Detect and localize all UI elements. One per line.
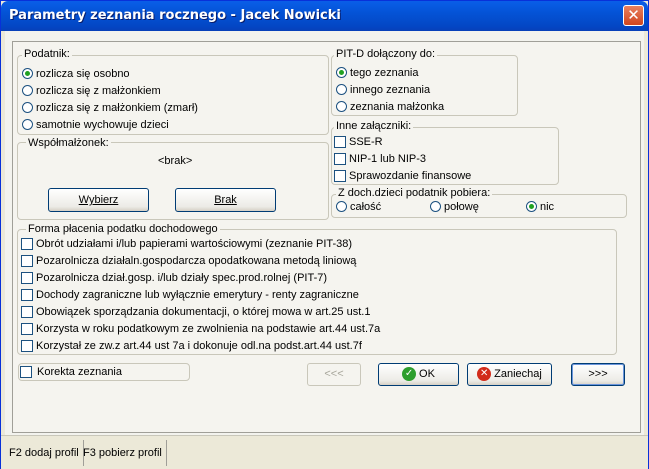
main-panel: Podatnik: rozlicza się osobno rozlicza s…	[12, 41, 641, 433]
radio-label: samotnie wychowuje dzieci	[36, 119, 169, 131]
radio-label: całość	[350, 201, 382, 213]
radio-label: rozlicza się z małżonkiem	[36, 85, 161, 97]
radio-label: innego zeznania	[350, 84, 431, 96]
status-f3-pobierz-profil[interactable]: F3 pobierz profil	[79, 440, 167, 466]
inne-zalaczniki-label: Inne załączniki:	[334, 120, 414, 133]
radio-indicator[interactable]	[336, 67, 347, 78]
radio-indicator[interactable]	[430, 201, 441, 212]
window-title: Parametry zeznania rocznego - Jacek Nowi…	[9, 8, 341, 23]
cancel-icon: ✕	[477, 367, 492, 382]
radio-indicator[interactable]	[526, 201, 537, 212]
dzieci-group: Z doch.dzieci podatnik pobiera: całość p…	[331, 187, 627, 218]
radio-indicator[interactable]	[22, 68, 33, 79]
radio-indicator[interactable]	[22, 85, 33, 96]
radio-label: tego zeznania	[350, 67, 419, 79]
checkbox-box[interactable]	[21, 306, 33, 318]
checkbox-box[interactable]	[21, 289, 33, 301]
podatnik-label: Podatnik:	[22, 48, 72, 61]
next-label: >>>	[588, 368, 608, 380]
checkbox-label: Obrót udziałami i/lub papierami wartości…	[36, 238, 353, 250]
radio-label: rozlicza się osobno	[36, 68, 130, 80]
title-bar[interactable]: Parametry zeznania rocznego - Jacek Nowi…	[1, 1, 648, 31]
check-icon: ✓	[402, 367, 417, 382]
radio-label: rozlicza się z małżonkiem (zmarł)	[36, 102, 198, 114]
brak-button[interactable]: Brak	[175, 188, 276, 212]
cancel-button[interactable]: ✕ Zaniechaj	[467, 363, 552, 386]
checkbox-box[interactable]	[21, 255, 33, 267]
podatnik-group: Podatnik: rozlicza się osobno rozlicza s…	[17, 48, 329, 135]
dialog-window: Parametry zeznania rocznego - Jacek Nowi…	[0, 0, 649, 469]
checkbox-label: Korekta zeznania	[37, 366, 122, 378]
wspolmalzonek-group: Współmałżonek: <brak> Wybierz Brak	[17, 137, 329, 220]
next-button[interactable]: >>>	[571, 363, 625, 386]
inne-zalaczniki-group: Inne załączniki: SSE-R NIP-1 lub NIP-3 S…	[331, 120, 559, 185]
checkbox-label: SSE-R	[349, 136, 383, 148]
checkbox-box[interactable]	[21, 340, 33, 352]
close-icon[interactable]: ✕	[623, 5, 644, 26]
checkbox-label: Dochody zagraniczne lub wyłącznie emeryt…	[36, 289, 359, 301]
checkbox-label: Obowiązek sporządzania dokumentacji, o k…	[36, 306, 371, 318]
cancel-label: Zaniechaj	[494, 368, 542, 380]
checkbox-box[interactable]	[334, 153, 346, 165]
wybierz-label: Wybierz	[78, 194, 119, 206]
prev-button[interactable]: <<<	[307, 363, 361, 386]
checkbox-box[interactable]	[21, 238, 33, 250]
checkbox-box[interactable]	[21, 323, 33, 335]
checkbox-box[interactable]	[20, 366, 32, 378]
wspolmalzonek-label: Współmałżonek:	[26, 137, 111, 150]
wspolmalzonek-value: <brak>	[158, 155, 193, 167]
radio-indicator[interactable]	[22, 102, 33, 113]
forma-platnosci-label: Forma płacenia podatku dochodowego	[26, 223, 220, 236]
checkbox-box[interactable]	[334, 170, 346, 182]
brak-label: Brak	[214, 194, 237, 206]
prev-label: <<<	[324, 368, 344, 380]
wybierz-button[interactable]: Wybierz	[48, 188, 149, 212]
radio-indicator[interactable]	[22, 119, 33, 130]
ok-label: OK	[419, 368, 435, 380]
ok-button[interactable]: ✓ OK	[378, 363, 459, 386]
korekta-group: Korekta zeznania	[18, 363, 190, 381]
radio-label: zeznania małżonka	[350, 101, 445, 113]
checkbox-label: Pozarolnicza dział.gosp. i/lub działy sp…	[36, 272, 328, 284]
radio-indicator[interactable]	[336, 101, 347, 112]
radio-indicator[interactable]	[336, 84, 347, 95]
status-f2-dodaj-profil[interactable]: F2 dodaj profil	[5, 440, 84, 466]
checkbox-label: NIP-1 lub NIP-3	[349, 153, 427, 165]
checkbox-box[interactable]	[334, 136, 346, 148]
checkbox-label: Pozarolnicza działaln.gospodarcza opodat…	[36, 255, 357, 267]
checkbox-label: Korzysta w roku podatkowym ze zwolnienia…	[36, 323, 381, 335]
forma-platnosci-group: Forma płacenia podatku dochodowego Obrót…	[17, 223, 617, 355]
pitd-group: PIT-D dołączony do: tego zeznania innego…	[331, 48, 518, 116]
radio-label: nic	[540, 201, 555, 213]
dialog-body: Podatnik: rozlicza się osobno rozlicza s…	[5, 31, 644, 464]
radio-label: połowę	[444, 201, 479, 213]
checkbox-box[interactable]	[21, 272, 33, 284]
pitd-label: PIT-D dołączony do:	[334, 48, 438, 61]
radio-indicator[interactable]	[336, 201, 347, 212]
status-bar: F2 dodaj profil F3 pobierz profil	[1, 435, 648, 469]
checkbox-label: Sprawozdanie finansowe	[349, 170, 472, 182]
checkbox-label: Korzystał ze zw.z art.44 ust 7a i dokonu…	[36, 340, 362, 352]
